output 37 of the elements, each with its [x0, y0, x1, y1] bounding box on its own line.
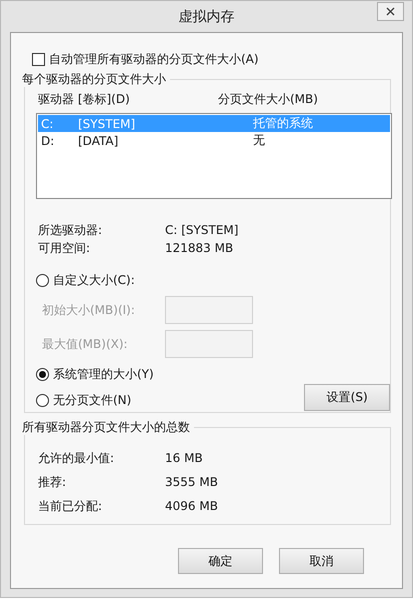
radio-label: 系统管理的大小(Y) — [53, 366, 154, 382]
group-title: 所有驱动器分页文件大小的总数 — [22, 419, 194, 435]
column-header: 驱动器 [卷标](D) — [37, 91, 131, 107]
cancel-button[interactable]: 取消 — [279, 548, 364, 574]
field-label: 初始大小(MB)(I): — [41, 302, 136, 318]
radio-button[interactable] — [36, 274, 49, 286]
checkbox-label: 自动管理所有驱动器的分页文件大小(A) — [49, 50, 259, 68]
drive-row[interactable]: D: [DATA] 无 — [38, 132, 390, 149]
info-value: 3555 MB — [165, 475, 218, 489]
ok-button[interactable]: 确定 — [178, 548, 263, 574]
info-value: 4096 MB — [165, 499, 218, 513]
close-icon — [386, 7, 395, 16]
drive-label: [SYSTEM] — [78, 116, 136, 130]
paging-size: 托管的系统 — [253, 115, 313, 132]
radio-button[interactable] — [36, 394, 49, 406]
info-label: 推荐: — [37, 474, 68, 490]
info-value: 121883 MB — [165, 241, 234, 255]
window-title: 虚拟内存 — [178, 8, 234, 26]
radio-label: 自定义大小(C): — [53, 272, 135, 288]
close-button[interactable] — [377, 2, 404, 21]
info-value: 16 MB — [165, 451, 203, 465]
checkbox[interactable] — [32, 52, 45, 66]
info-label: 当前已分配: — [37, 498, 104, 514]
drive-letter: D: — [40, 134, 56, 148]
field-label: 最大值(MB)(X): — [41, 336, 129, 352]
info-label: 可用空间: — [37, 240, 92, 256]
radio-button[interactable] — [36, 368, 49, 380]
info-label: 允许的最小值: — [37, 450, 116, 466]
info-label: 所选驱动器: — [37, 222, 104, 238]
radio-label: 无分页文件(N) — [53, 392, 132, 408]
group-title: 每个驱动器的分页文件大小 — [22, 71, 170, 87]
drive-letter: C: — [40, 116, 54, 130]
column-header: 分页文件大小(MB) — [218, 91, 318, 107]
info-value: C: [SYSTEM] — [165, 223, 238, 237]
set-button[interactable]: 设置(S) — [304, 384, 390, 411]
drive-label: [DATA] — [78, 134, 120, 148]
paging-size: 无 — [253, 132, 265, 149]
